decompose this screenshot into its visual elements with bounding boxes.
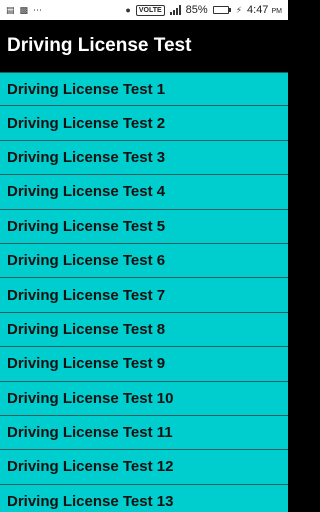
clock-time: 4:47 [247, 4, 269, 16]
list-item-test-2[interactable]: Driving License Test 2 [0, 106, 288, 141]
test-list[interactable]: Driving License Test 1 Driving License T… [0, 72, 288, 512]
notification-icon: ▤ [6, 4, 15, 15]
screen: ▤ ▩ ⋯ ● VOLTE 85% ⚡ 4:47 PM Driving Lice… [0, 0, 288, 512]
list-item-label: Driving License Test 11 [7, 424, 173, 442]
list-item-label: Driving License Test 7 [7, 286, 166, 304]
list-item-label: Driving License Test 5 [7, 217, 166, 235]
list-item-test-12[interactable]: Driving License Test 12 [0, 450, 288, 485]
list-item-label: Driving License Test 1 [7, 80, 166, 98]
list-item-label: Driving License Test 3 [7, 148, 166, 166]
list-item-test-13[interactable]: Driving License Test 13 [0, 484, 288, 512]
list-item-test-1[interactable]: Driving License Test 1 [0, 72, 288, 107]
list-item-test-6[interactable]: Driving License Test 6 [0, 243, 288, 279]
battery-percent: 85% [185, 4, 208, 16]
list-item-label: Driving License Test 2 [7, 114, 166, 132]
list-item-test-11[interactable]: Driving License Test 11 [0, 415, 288, 451]
battery-icon [212, 6, 231, 14]
list-item-test-7[interactable]: Driving License Test 7 [0, 278, 288, 313]
more-icon: ⋯ [33, 4, 43, 15]
list-item-label: Driving License Test 13 [7, 492, 174, 510]
signal-icon [169, 5, 181, 15]
status-right: ● VOLTE 85% ⚡ 4:47 PM [125, 4, 282, 16]
list-item-label: Driving License Test 10 [7, 389, 174, 407]
image-icon: ▩ [19, 4, 29, 15]
list-item-test-4[interactable]: Driving License Test 4 [0, 175, 288, 210]
list-item-test-5[interactable]: Driving License Test 5 [0, 209, 288, 244]
list-item-test-8[interactable]: Driving License Test 8 [0, 312, 288, 348]
location-icon: ● [125, 4, 131, 15]
list-item-test-10[interactable]: Driving License Test 10 [0, 381, 288, 416]
clock: 4:47 PM [247, 4, 282, 16]
app-bar: Driving License Test [0, 20, 288, 72]
clock-ampm: PM [271, 8, 283, 15]
list-item-label: Driving License Test 12 [7, 458, 174, 476]
list-item-label: Driving License Test 8 [7, 320, 166, 338]
app-title: Driving License Test [7, 35, 192, 56]
list-item-label: Driving License Test 4 [7, 183, 166, 201]
list-item-label: Driving License Test 9 [7, 355, 166, 373]
status-left: ▤ ▩ ⋯ [6, 4, 43, 15]
volte-icon: VOLTE [135, 4, 165, 16]
list-item-test-9[interactable]: Driving License Test 9 [0, 347, 288, 382]
list-item-test-3[interactable]: Driving License Test 3 [0, 140, 288, 176]
charging-icon: ⚡ [235, 4, 243, 15]
status-bar: ▤ ▩ ⋯ ● VOLTE 85% ⚡ 4:47 PM [0, 0, 288, 20]
list-item-label: Driving License Test 6 [7, 252, 166, 270]
